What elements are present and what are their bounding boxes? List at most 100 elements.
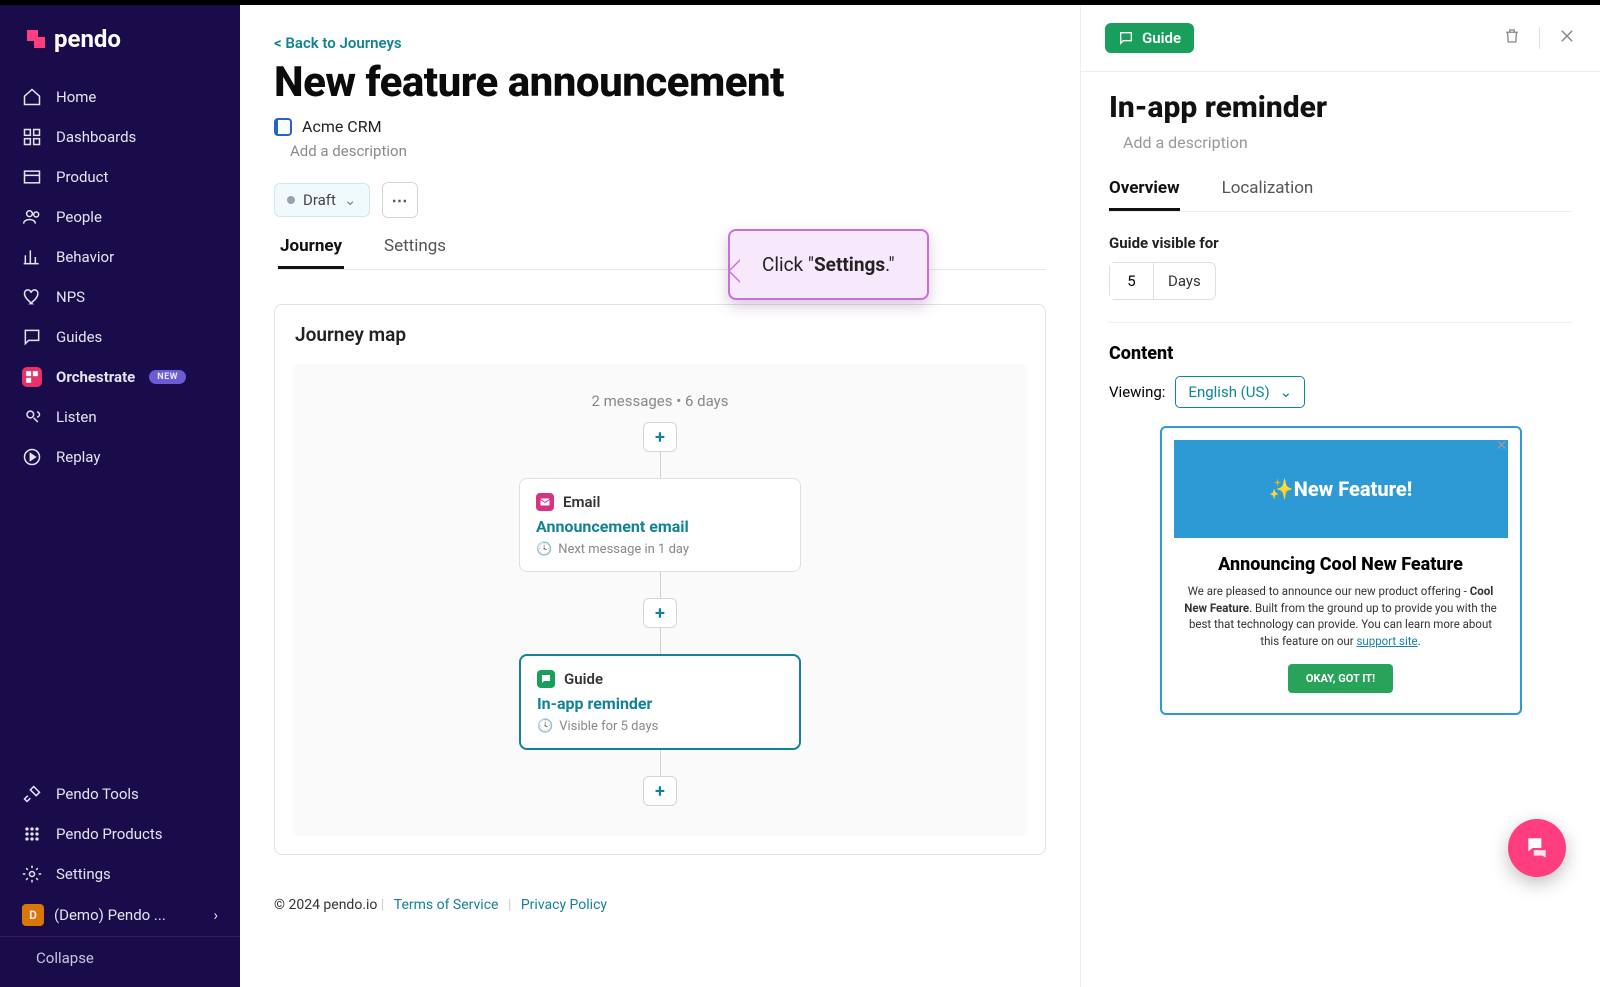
status-dot-icon — [287, 196, 295, 204]
workspace-name: (Demo) Pendo ... — [54, 906, 166, 924]
sidebar-item-settings[interactable]: Settings — [0, 854, 240, 894]
connector-line — [660, 750, 661, 776]
add-step-button[interactable]: + — [643, 598, 677, 628]
sidebar-item-behavior[interactable]: Behavior — [0, 237, 240, 277]
sidebar-item-orchestrate[interactable]: Orchestrate NEW — [0, 357, 240, 397]
people-icon — [22, 207, 42, 227]
onboarding-tooltip: Click "Settings." — [728, 229, 929, 300]
sidebar: pendo Home Dashboards Product People Beh… — [0, 5, 240, 987]
journey-step-email[interactable]: Email Announcement email 🕓 Next message … — [519, 478, 801, 572]
replay-icon — [22, 447, 42, 467]
sidebar-item-nps[interactable]: NPS — [0, 277, 240, 317]
add-step-button[interactable]: + — [643, 422, 677, 452]
copyright: © 2024 pendo.io — [274, 897, 377, 913]
gear-icon — [22, 864, 42, 884]
privacy-link[interactable]: Privacy Policy — [521, 897, 607, 913]
app-icon — [274, 118, 292, 136]
behavior-icon — [22, 247, 42, 267]
sidebar-item-label: Pendo Tools — [56, 785, 139, 803]
connector-line — [660, 628, 661, 654]
visible-days-input[interactable] — [1110, 263, 1154, 299]
guide-type-badge: Guide — [1105, 23, 1194, 53]
delete-button[interactable] — [1503, 27, 1521, 50]
journey-summary: 2 messages • 6 days — [591, 392, 728, 410]
new-badge: NEW — [149, 370, 186, 384]
guide-preview: ✕ ✨New Feature! Announcing Cool New Feat… — [1160, 426, 1522, 715]
preview-cta-button[interactable]: OKAY, GOT IT! — [1288, 664, 1393, 693]
clock-icon: 🕓 — [536, 542, 552, 557]
divider — [1539, 27, 1540, 49]
step-meta-label: Visible for 5 days — [559, 719, 658, 734]
preview-close-icon[interactable]: ✕ — [1496, 438, 1508, 454]
visible-unit-label: Days — [1154, 263, 1215, 299]
guide-icon — [537, 670, 555, 688]
close-panel-button[interactable] — [1558, 27, 1576, 50]
more-actions-button[interactable]: ⋯ — [382, 182, 418, 218]
sidebar-item-label: Behavior — [56, 248, 114, 266]
apps-icon — [22, 824, 42, 844]
journey-map-card: Journey map 2 messages • 6 days + Email … — [274, 304, 1046, 855]
panel-description-placeholder[interactable]: Add a description — [1109, 133, 1572, 152]
preview-title: Announcing Cool New Feature — [1184, 554, 1498, 575]
chat-bubbles-icon — [1524, 835, 1550, 861]
pendo-icon — [24, 27, 48, 51]
sidebar-item-people[interactable]: People — [0, 197, 240, 237]
collapse-label: Collapse — [36, 949, 94, 967]
sidebar-item-pendo-products[interactable]: Pendo Products — [0, 814, 240, 854]
home-icon — [22, 87, 42, 107]
app-row: Acme CRM — [274, 117, 1046, 136]
trash-icon — [1503, 27, 1521, 45]
tab-settings[interactable]: Settings — [382, 236, 448, 269]
connector-line — [660, 572, 661, 598]
sidebar-item-home[interactable]: Home — [0, 77, 240, 117]
tab-journey[interactable]: Journey — [278, 236, 344, 269]
description-placeholder[interactable]: Add a description — [274, 142, 1046, 160]
chevron-right-icon: › — [213, 906, 218, 924]
page-footer: © 2024 pendo.io | Terms of Service | Pri… — [274, 879, 1046, 937]
sidebar-item-replay[interactable]: Replay — [0, 437, 240, 477]
sidebar-item-guides[interactable]: Guides — [0, 317, 240, 357]
connector-line — [660, 452, 661, 478]
workspace-avatar: D — [22, 904, 44, 926]
chevron-down-icon: ⌄ — [1280, 383, 1293, 401]
add-step-button[interactable]: + — [643, 776, 677, 806]
step-type-label: Guide — [564, 670, 603, 688]
journey-step-guide[interactable]: Guide In-app reminder 🕓 Visible for 5 da… — [519, 654, 801, 750]
status-dropdown[interactable]: Draft ⌄ — [274, 183, 370, 217]
support-site-link[interactable]: support site — [1356, 634, 1417, 648]
tab-localization[interactable]: Localization — [1222, 178, 1314, 211]
sidebar-item-dashboards[interactable]: Dashboards — [0, 117, 240, 157]
page-title: New feature announcement — [274, 58, 1046, 107]
sidebar-item-listen[interactable]: Listen — [0, 397, 240, 437]
sidebar-item-label: Dashboards — [56, 128, 136, 146]
help-fab[interactable] — [1508, 819, 1566, 877]
brand-logo: pendo — [0, 25, 240, 77]
step-title: Announcement email — [536, 517, 784, 536]
status-label: Draft — [303, 191, 336, 209]
tos-link[interactable]: Terms of Service — [394, 897, 499, 913]
back-to-journeys-link[interactable]: < Back to Journeys — [274, 34, 402, 52]
sidebar-item-label: Home — [56, 88, 96, 106]
email-icon — [536, 493, 554, 511]
listen-icon — [22, 407, 42, 427]
sidebar-item-label: Orchestrate — [56, 368, 135, 386]
sidebar-item-label: Guides — [56, 328, 102, 346]
viewing-label: Viewing: — [1109, 383, 1165, 401]
panel-title: In-app reminder — [1109, 90, 1572, 125]
tab-overview[interactable]: Overview — [1109, 178, 1180, 211]
sidebar-item-product[interactable]: Product — [0, 157, 240, 197]
primary-nav: Home Dashboards Product People Behavior … — [0, 77, 240, 774]
orchestrate-icon — [22, 367, 42, 387]
journey-tabs: Journey Settings — [278, 236, 1046, 270]
close-icon — [1558, 27, 1576, 45]
step-type-label: Email — [563, 493, 600, 511]
language-select[interactable]: English (US) ⌄ — [1175, 376, 1305, 408]
sidebar-item-label: Pendo Products — [56, 825, 163, 843]
sidebar-item-pendo-tools[interactable]: Pendo Tools — [0, 774, 240, 814]
chevron-down-icon: ⌄ — [344, 191, 357, 209]
chat-icon — [22, 327, 42, 347]
visible-for-input-group: Days — [1109, 262, 1216, 300]
clock-icon: 🕓 — [537, 719, 553, 734]
workspace-switcher[interactable]: D (Demo) Pendo ... › — [0, 894, 240, 936]
collapse-sidebar[interactable]: Collapse — [0, 936, 240, 979]
